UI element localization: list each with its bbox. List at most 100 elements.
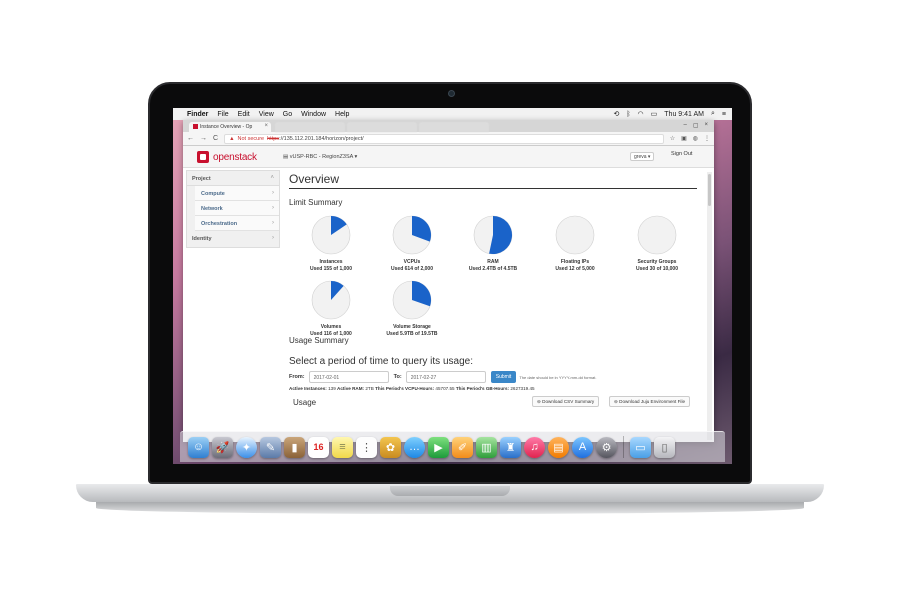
pie-instances: Instances Used 155 of 1,000: [291, 215, 371, 272]
back-icon[interactable]: ←: [187, 135, 194, 142]
download-csv-button[interactable]: ⊖ Download CSV Summary: [532, 396, 600, 407]
time-machine-icon[interactable]: ⟲: [613, 110, 619, 118]
tab-close-icon[interactable]: ×: [264, 123, 268, 129]
sidebar-item-compute[interactable]: Compute ›: [195, 186, 279, 201]
browser-window: Instance Overview - Op × – ▢ × ← → C ▲ N…: [183, 120, 714, 442]
contacts-icon[interactable]: ▮: [284, 436, 305, 458]
not-secure-label: Not secure: [237, 135, 265, 142]
chevron-up-icon: ˄: [270, 175, 274, 181]
calendar-icon[interactable]: 16: [308, 436, 329, 458]
spotlight-icon[interactable]: ⌕: [711, 110, 715, 118]
openstack-logo[interactable]: openstack: [197, 151, 257, 163]
usage-stats: Active Instances: 139 Active RAM: 2TB Th…: [289, 386, 701, 391]
from-date-input[interactable]: 2017-02-01: [308, 371, 389, 383]
chevron-down-icon: ▾: [353, 154, 358, 160]
laptop-shadow: [96, 502, 804, 514]
launchpad-icon[interactable]: 🚀: [212, 436, 233, 458]
trash-icon[interactable]: ▯: [654, 436, 675, 458]
menu-window[interactable]: Window: [301, 111, 326, 118]
pie-base: [555, 215, 595, 255]
forward-icon[interactable]: →: [200, 135, 207, 142]
scrollbar-track[interactable]: [707, 172, 712, 440]
date-filter-form: From: 2017-02-01 To: 2017-02-27 Submit T…: [289, 371, 701, 383]
photo-preview-icon[interactable]: ✎: [260, 436, 281, 458]
safari-icon[interactable]: ✦: [236, 436, 257, 458]
battery-icon[interactable]: ▭: [651, 110, 658, 118]
tab-background-2[interactable]: [347, 122, 417, 132]
browser-toolbar: ← → C ▲ Not secure https ://135.112.201.…: [183, 132, 714, 146]
itunes-icon[interactable]: ♫: [524, 436, 545, 458]
app-store-icon[interactable]: A: [572, 436, 593, 458]
menu-edit[interactable]: Edit: [238, 111, 250, 118]
to-date-input[interactable]: 2017-02-27: [405, 371, 486, 383]
notification-center-icon[interactable]: ≡: [722, 111, 726, 118]
tab-background-1[interactable]: [275, 122, 345, 132]
menu-bar: Finder File Edit View Go Window Help ⟲ ᛒ…: [173, 108, 732, 120]
usage-heading: Usage: [293, 398, 317, 407]
bookmark-star-icon[interactable]: ☆: [670, 135, 675, 142]
reminders-icon[interactable]: ⋮: [356, 436, 377, 458]
wifi-icon[interactable]: ◠: [638, 110, 644, 118]
pie-chart: [392, 215, 432, 255]
sidebar-item-identity[interactable]: Identity ›: [187, 231, 279, 246]
pie-chart: [392, 280, 432, 320]
numbers-icon[interactable]: ▥: [476, 436, 497, 458]
active-ram-label: Active RAM:: [337, 386, 365, 391]
pie-used: Used 5.9TB of 19.5TB: [386, 331, 438, 337]
sidebar-item-network[interactable]: Network ›: [195, 201, 279, 216]
download-juju-button[interactable]: ⊖ Download Juju Environment File: [609, 396, 691, 407]
project-selector[interactable]: ▤ vUSP-RBC - RegionZ3SA ▾: [283, 154, 357, 160]
tab-background-3[interactable]: [419, 122, 489, 132]
keynote-icon[interactable]: ♜: [500, 436, 521, 458]
photos-icon[interactable]: ✿: [380, 436, 401, 458]
messages-icon[interactable]: …: [404, 436, 425, 458]
menu-go[interactable]: Go: [283, 111, 292, 118]
top-navigation: openstack ▤ vUSP-RBC - RegionZ3SA ▾ grev…: [183, 146, 714, 168]
menu-file[interactable]: File: [217, 111, 228, 118]
warning-icon: ▲: [229, 135, 235, 142]
sidebar-identity-label: Identity: [192, 236, 212, 242]
sign-out-link[interactable]: Sign Out: [671, 151, 692, 157]
close-window-icon[interactable]: ×: [704, 122, 708, 129]
downloads-folder-icon[interactable]: ▭: [630, 436, 651, 458]
facetime-icon[interactable]: ▶: [428, 436, 449, 458]
sidebar-project-label: Project: [192, 176, 211, 182]
menu-view[interactable]: View: [259, 111, 274, 118]
extension-icon[interactable]: ▣: [681, 135, 687, 142]
chevron-right-icon: ›: [272, 220, 274, 226]
logo-text: openstack: [213, 151, 257, 163]
system-preferences-icon[interactable]: ⚙: [596, 436, 617, 458]
reload-icon[interactable]: C: [213, 135, 218, 142]
notes-icon[interactable]: ≡: [332, 436, 353, 458]
address-bar[interactable]: ▲ Not secure https ://135.112.201.184/ho…: [224, 133, 664, 144]
clock-text[interactable]: Thu 9:41 AM: [664, 111, 704, 118]
finder-icon[interactable]: ☺: [188, 436, 209, 458]
tab-instance-overview[interactable]: Instance Overview - Op ×: [189, 122, 271, 132]
tab-title: Instance Overview - Op: [200, 124, 253, 130]
pie-chart: [473, 215, 513, 255]
minimize-icon[interactable]: –: [683, 122, 686, 129]
extension-2-icon[interactable]: ◍: [693, 135, 698, 142]
to-label: To:: [393, 374, 402, 380]
submit-button[interactable]: Submit: [490, 371, 517, 383]
screen: Finder File Edit View Go Window Help ⟲ ᛒ…: [173, 108, 732, 464]
sidebar-item-orchestration[interactable]: Orchestration ›: [195, 216, 279, 231]
pages-icon[interactable]: ✐: [452, 436, 473, 458]
scrollbar-thumb[interactable]: [708, 174, 711, 206]
date-format-hint: The date should be in YYYY-mm-dd format.: [519, 374, 597, 380]
user-name: greva: [634, 154, 647, 160]
usage-header-row: Usage ⊖ Download CSV Summary ⊖ Download …: [289, 395, 701, 411]
main-content: Overview Limit Summary Instances Used 15…: [289, 168, 701, 411]
bluetooth-icon[interactable]: ᛒ: [626, 111, 630, 118]
user-menu[interactable]: greva ▾: [630, 152, 655, 161]
camera: [448, 90, 455, 97]
menu-finder[interactable]: Finder: [187, 111, 208, 118]
sidebar-item-project[interactable]: Project ˄: [187, 171, 279, 186]
ibooks-icon[interactable]: ▤: [548, 436, 569, 458]
maximize-icon[interactable]: ▢: [693, 122, 699, 129]
browser-menu-icon[interactable]: ⋮: [704, 135, 710, 142]
url-text: ://135.112.201.184/horizon/project/: [279, 135, 364, 142]
vcpu-hours-value: 45707.55: [435, 386, 455, 391]
pie-used: Used 12 of 5,000: [555, 266, 595, 272]
menu-help[interactable]: Help: [335, 111, 349, 118]
